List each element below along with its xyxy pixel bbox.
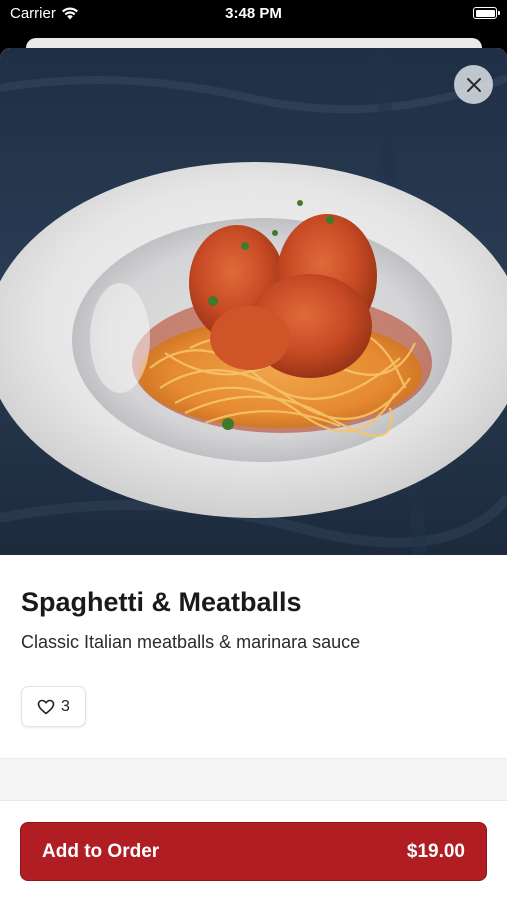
heart-icon	[37, 699, 55, 714]
item-photo	[0, 48, 507, 555]
status-time: 3:48 PM	[225, 5, 282, 22]
order-footer: Add to Order $19.00	[0, 800, 507, 900]
spaghetti-meatballs-photo	[0, 48, 507, 555]
status-bar: Carrier 3:48 PM	[0, 0, 507, 30]
item-title: Spaghetti & Meatballs	[21, 587, 302, 617]
add-to-order-button[interactable]: Add to Order $19.00	[20, 822, 487, 881]
item-description: Classic Italian meatballs & marinara sau…	[21, 632, 361, 652]
close-icon	[466, 77, 481, 92]
close-button[interactable]	[454, 65, 493, 104]
like-button[interactable]: 3	[21, 686, 86, 727]
section-divider	[0, 758, 507, 801]
battery-icon	[473, 7, 500, 19]
item-price: $19.00	[406, 840, 465, 862]
like-count: 3	[61, 697, 70, 715]
app-screen: Carrier 3:48 PM Spaghetti & Meatballs Cl…	[0, 0, 507, 900]
add-to-order-label: Add to Order	[42, 840, 160, 862]
